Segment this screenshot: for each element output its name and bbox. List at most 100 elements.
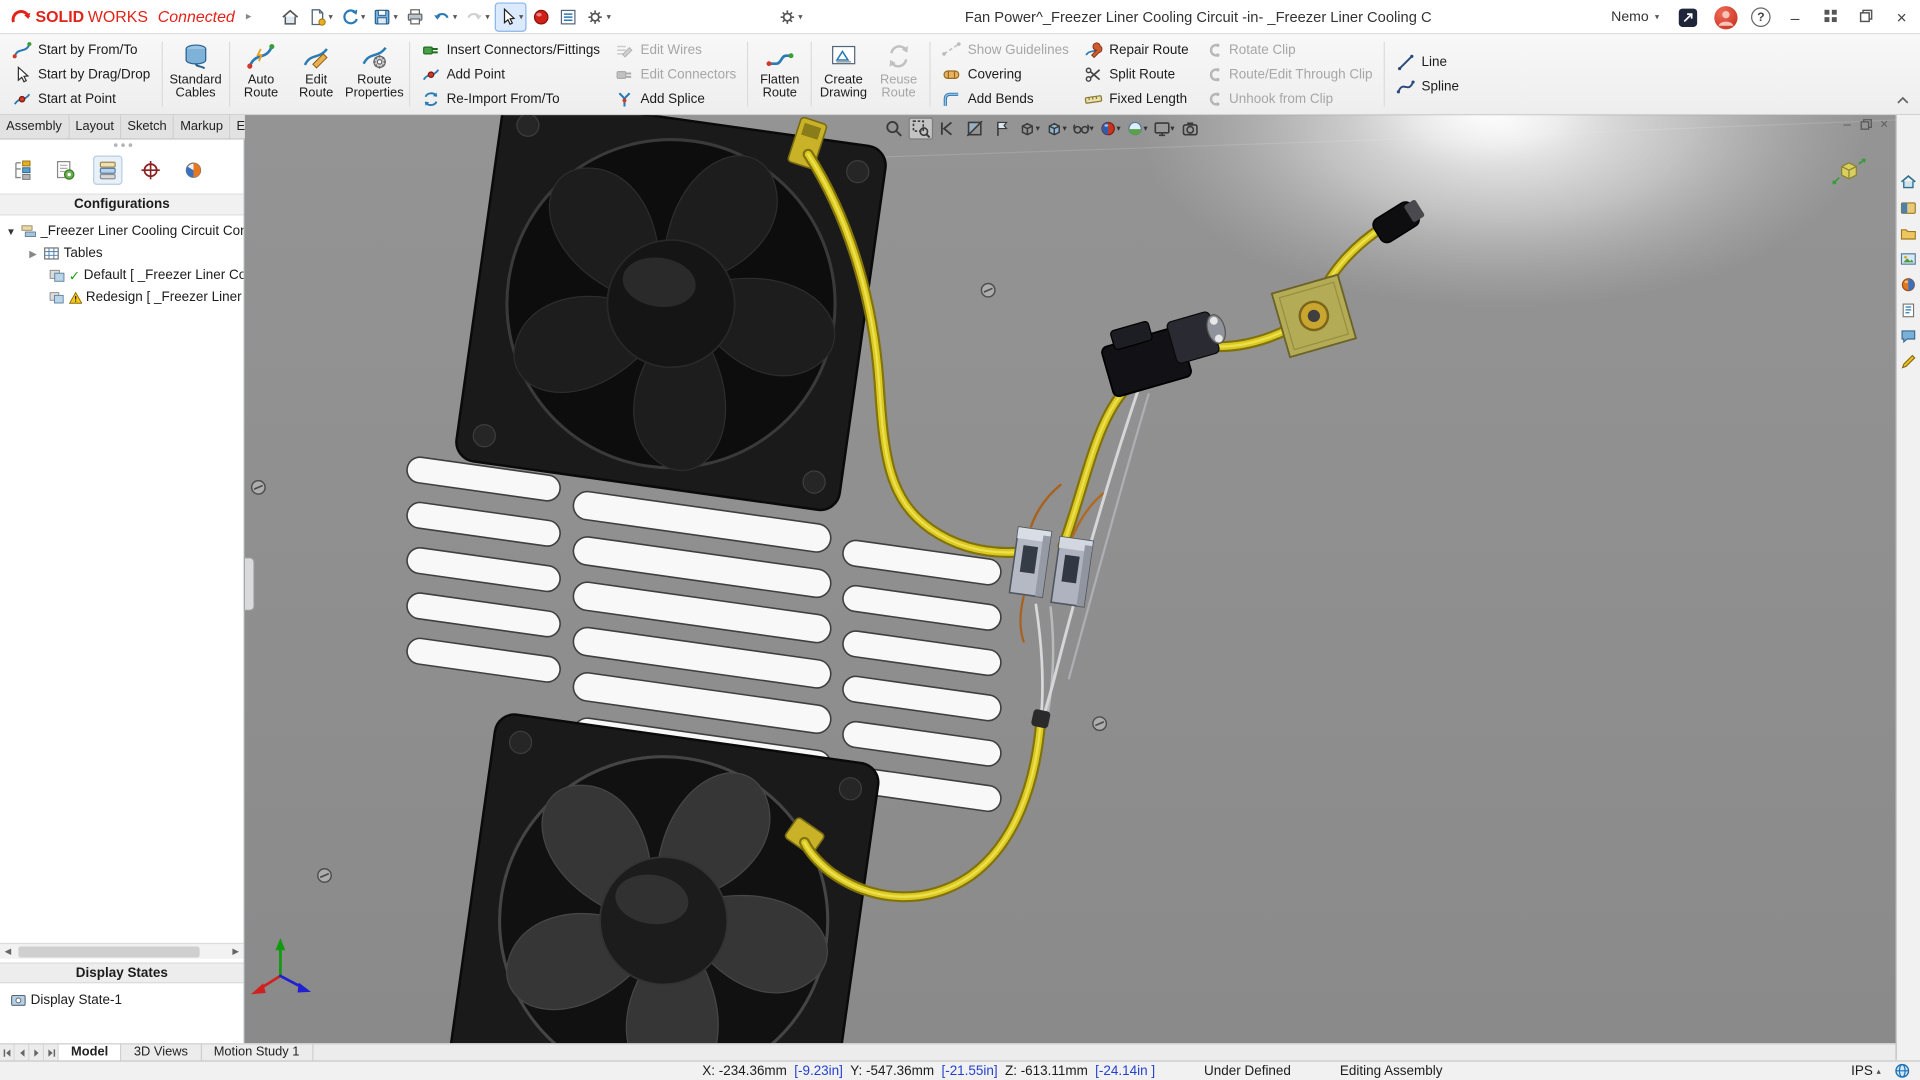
tab-layout[interactable]: Layout [69,115,121,138]
view-orientation-button[interactable]: ▾ [1016,118,1040,140]
featuremanager-splitter-handle[interactable] [245,557,255,611]
options-gear-button[interactable]: ▾ [583,2,613,31]
route-edit-through-clip-button[interactable]: Route/Edit Through Clip [1196,62,1380,86]
appearances-button[interactable] [1897,274,1919,294]
repair-route-button[interactable]: Repair Route [1076,37,1196,61]
settings-gear-button[interactable]: ▾ [775,2,805,31]
tab-model[interactable]: Model [59,1044,122,1060]
start-by-drag-drop-button[interactable]: Start by Drag/Drop [5,62,158,86]
displaymanager-tab[interactable] [179,156,208,185]
print-button[interactable] [403,2,427,31]
brand-expander-icon[interactable]: ▸ [246,10,252,23]
home-button[interactable] [278,2,302,31]
tabs-scroll-last-button[interactable] [44,1044,59,1060]
annotation-flag-button[interactable] [989,118,1013,140]
forum-button[interactable] [1897,326,1919,346]
show-guidelines-button[interactable]: Show Guidelines [935,37,1077,61]
fixed-length-button[interactable]: Fixed Length [1076,86,1196,110]
scroll-right-icon[interactable]: ▶ [228,947,244,957]
custom-properties-button[interactable] [1897,300,1919,320]
tab-3d-views[interactable]: 3D Views [122,1044,202,1060]
previous-view-button[interactable] [936,118,960,140]
redesign-configuration-node[interactable]: Redesign [ _Freezer Liner Co [0,287,244,309]
task-pane-home-button[interactable] [1897,171,1919,191]
display-state-item[interactable]: Display State-1 [0,989,244,1011]
rotate-clip-button[interactable]: Rotate Clip [1196,37,1380,61]
create-drawing-button[interactable]: Create Drawing [816,37,871,112]
display-style-button[interactable]: ▾ [1043,118,1067,140]
panel-horizontal-scrollbar[interactable]: ◀ ▶ [0,943,244,959]
hide-show-items-button[interactable]: ▾ [1070,118,1094,140]
line-button[interactable]: Line [1388,50,1466,74]
evaluate-list-button[interactable] [556,2,580,31]
tables-node[interactable]: ▶ Tables [0,242,244,264]
expanded-arrow-icon[interactable]: ▼ [5,226,17,237]
ribbon-collapse-button[interactable] [1896,94,1911,109]
new-document-button[interactable]: ▾ [305,2,335,31]
featuremanager-tree-tab[interactable] [7,156,36,185]
view-palette-button[interactable] [1897,249,1919,269]
add-splice-button[interactable]: Add Splice [607,86,743,110]
tab-motion-study-1[interactable]: Motion Study 1 [201,1044,312,1060]
view-cube-indicator[interactable] [1829,157,1866,193]
re-import-from-to-button[interactable]: Re-Import From/To [414,86,608,110]
edit-appearance-button[interactable]: ▾ [1097,118,1121,140]
start-by-from-to-button[interactable]: Start by From/To [5,37,158,61]
rebuild-button[interactable]: ▾ [338,2,368,31]
covering-button[interactable]: Covering [935,62,1077,86]
insert-connectors-fittings-button[interactable]: Insert Connectors/Fittings [414,37,608,61]
tab-assembly[interactable]: Assembly [0,115,69,138]
split-route-button[interactable]: Split Route [1076,62,1196,86]
add-point-button[interactable]: Add Point [414,62,608,86]
help-button[interactable]: ? [1751,7,1771,27]
apply-scene-button[interactable]: ▾ [1124,118,1148,140]
user-menu-button[interactable]: Nemo▾ [1609,2,1662,31]
default-configuration-node[interactable]: ✓ Default [ _Freezer Liner Coo [0,264,244,286]
window-restore-button[interactable] [1855,8,1877,26]
apps-grid-button[interactable] [1820,8,1842,26]
user-avatar[interactable] [1714,6,1737,29]
save-button[interactable]: ▾ [370,2,400,31]
dimxpertmanager-tab[interactable] [136,156,165,185]
design-library-button[interactable] [1897,197,1919,217]
graphics-area[interactable] [245,115,1896,1043]
tabs-scroll-next-button[interactable] [29,1044,44,1060]
config-root-node[interactable]: ▼ _Freezer Liner Cooling Circuit Config [0,220,244,242]
unit-system-selector[interactable]: IPS ▴ [1851,1063,1881,1078]
zoom-to-area-button[interactable] [909,118,933,140]
route-properties-button[interactable]: Route Properties [344,37,405,112]
camera-button[interactable] [1178,118,1202,140]
configurationmanager-tab[interactable] [93,156,122,185]
unhook-from-clip-button[interactable]: Unhook from Clip [1196,86,1380,110]
doc-window-close-icon[interactable]: × [1880,116,1888,133]
zoom-to-fit-button[interactable] [882,118,906,140]
view-settings-button[interactable]: ▾ [1151,118,1175,140]
auto-route-button[interactable]: Auto Route [234,37,289,112]
graphics-viewport[interactable]: ▾ ▾ ▾ ▾ ▾ ▾ – × [245,115,1896,1043]
3dexperience-compass-button[interactable] [529,2,553,31]
markup-button[interactable] [1897,351,1919,371]
bottom-fan[interactable] [447,712,881,1043]
start-at-point-button[interactable]: Start at Point [5,86,158,110]
edit-route-button[interactable]: Edit Route [289,37,344,112]
tab-sketch[interactable]: Sketch [121,115,174,138]
redo-button[interactable]: ▾ [462,2,492,31]
tabs-scroll-first-button[interactable] [0,1044,15,1060]
language-globe-button[interactable] [1891,1061,1913,1080]
undo-button[interactable]: ▾ [430,2,460,31]
edit-wires-button[interactable]: Edit Wires [607,37,743,61]
doc-window-minimize-icon[interactable]: – [1843,116,1851,133]
add-bends-button[interactable]: Add Bends [935,86,1077,110]
window-minimize-button[interactable]: – [1784,8,1806,26]
file-explorer-button[interactable] [1897,223,1919,243]
doc-window-restore-icon[interactable] [1859,119,1871,131]
spline-button[interactable]: Spline [1388,74,1466,98]
panel-splitter-dots[interactable] [105,143,139,148]
tabs-scroll-prev-button[interactable] [15,1044,30,1060]
edit-connectors-button[interactable]: Edit Connectors [607,62,743,86]
share-button[interactable] [1675,2,1701,31]
section-view-button[interactable] [962,118,986,140]
window-close-button[interactable]: × [1891,7,1913,27]
scrollbar-thumb[interactable] [18,946,199,957]
standard-cables-button[interactable]: Standard Cables [166,37,225,112]
